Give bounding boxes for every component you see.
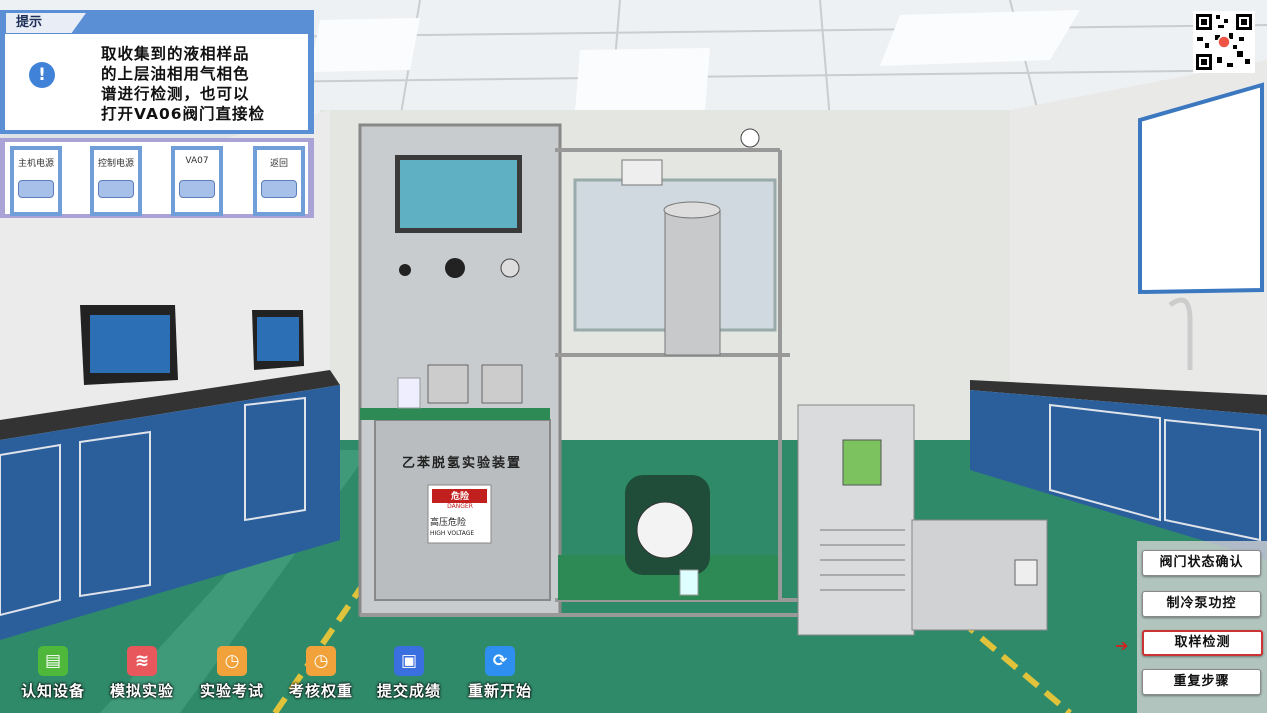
va07-control: VA07 bbox=[171, 146, 223, 216]
control-power-button[interactable] bbox=[98, 180, 134, 198]
return-button[interactable] bbox=[261, 180, 297, 198]
info-icon: ! bbox=[29, 62, 55, 88]
toolbar-simulate-experiment[interactable]: ≋ 模拟实验 bbox=[102, 646, 182, 706]
toolbar-label: 重新开始 bbox=[467, 682, 532, 700]
toolbar-submit-score[interactable]: ▣ 提交成绩 bbox=[369, 646, 449, 706]
toolbar-recognize-device[interactable]: ▤ 认知设备 bbox=[13, 646, 93, 706]
repeat-step-button[interactable]: 重复步骤 bbox=[1142, 669, 1261, 695]
document-icon: ▤ bbox=[38, 646, 68, 676]
warning-sub: DANGER bbox=[447, 503, 473, 510]
toolbar-label: 实验考试 bbox=[199, 682, 264, 700]
main-power-button[interactable] bbox=[18, 180, 54, 198]
hint-title: 提示 bbox=[6, 13, 86, 33]
toolbar-label: 模拟实验 bbox=[109, 682, 174, 700]
toolbar-experiment-exam[interactable]: ◷ 实验考试 bbox=[192, 646, 272, 706]
control-power-label: 控制电源 bbox=[97, 159, 134, 169]
layers-icon: ≋ bbox=[127, 646, 157, 676]
weight-icon: ◷ bbox=[306, 646, 336, 676]
control-panel-inner: 主机电源 控制电源 VA07 返回 bbox=[5, 142, 308, 216]
va07-label: VA07 bbox=[185, 156, 209, 166]
device-name: 乙苯脱氢实验装置 bbox=[402, 456, 523, 471]
return-label: 返回 bbox=[269, 159, 288, 169]
warning-text: 高压危险 bbox=[430, 518, 467, 528]
qr-code bbox=[1193, 11, 1255, 73]
exam-icon: ◷ bbox=[217, 646, 247, 676]
toolbar-label: 提交成绩 bbox=[376, 682, 441, 700]
hint-line: 谱进行检测，也可以 bbox=[101, 85, 250, 103]
save-icon: ▣ bbox=[394, 646, 424, 676]
hint-line: 取收集到的液相样品 bbox=[101, 45, 250, 63]
chiller-control-button[interactable]: 制冷泵功控 bbox=[1142, 591, 1261, 617]
control-power-control: 控制电源 bbox=[90, 146, 142, 216]
toolbar-restart[interactable]: ⟳ 重新开始 bbox=[460, 646, 540, 706]
hint-text: 取收集到的液相样品 的上层油相用气相色 谱进行检测，也可以 打开VA06阀门直接… bbox=[101, 44, 293, 124]
control-panel: 主机电源 控制电源 VA07 返回 bbox=[0, 138, 314, 218]
valve-status-button[interactable]: 阀门状态确认 bbox=[1142, 550, 1261, 576]
toolbar-label: 考核权重 bbox=[288, 682, 353, 700]
main-power-control: 主机电源 bbox=[10, 146, 62, 216]
toolbar-assessment-weight[interactable]: ◷ 考核权重 bbox=[281, 646, 361, 706]
toolbar-label: 认知设备 bbox=[20, 682, 85, 700]
current-step-arrow-icon: ➔ bbox=[1115, 636, 1129, 655]
hint-line: 打开VA06阀门直接检 bbox=[101, 105, 266, 123]
va07-button[interactable] bbox=[179, 180, 215, 198]
return-control: 返回 bbox=[253, 146, 305, 216]
hint-line: 的上层油相用气相色 bbox=[101, 65, 250, 83]
hint-panel: 提示 ! 取收集到的液相样品 的上层油相用气相色 谱进行检测，也可以 打开VA0… bbox=[0, 10, 314, 134]
main-power-label: 主机电源 bbox=[17, 159, 54, 169]
restart-icon: ⟳ bbox=[485, 646, 515, 676]
sampling-test-button[interactable]: 取样检测 bbox=[1142, 630, 1263, 656]
warning-title: 危险 bbox=[450, 492, 469, 502]
warning-text-en: HIGH VOLTAGE bbox=[430, 530, 475, 537]
hint-body: ! 取收集到的液相样品 的上层油相用气相色 谱进行检测，也可以 打开VA06阀门… bbox=[5, 34, 308, 130]
